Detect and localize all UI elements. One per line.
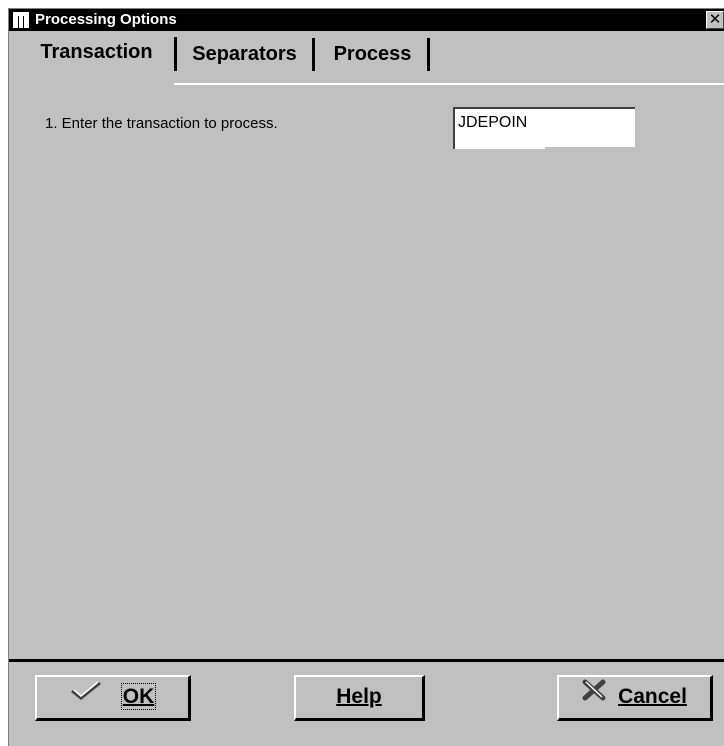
transaction-option-label: 1. Enter the transaction to process.	[45, 115, 278, 132]
tab-panel-transaction: 1. Enter the transaction to process. JDE…	[9, 85, 724, 659]
transaction-input[interactable]: JDEPOIN	[453, 107, 635, 149]
form-icon	[13, 12, 29, 28]
help-label: Help	[336, 685, 382, 708]
tab-process[interactable]: Process	[318, 38, 430, 71]
processing-options-window: Processing Options ✕ Transaction Separat…	[8, 8, 724, 746]
window-title: Processing Options	[35, 11, 177, 28]
tab-separators[interactable]: Separators	[177, 38, 315, 71]
close-button[interactable]: ✕	[706, 11, 724, 29]
ok-button[interactable]: OK	[35, 675, 191, 721]
x-icon	[582, 675, 606, 715]
cancel-button[interactable]: Cancel	[557, 675, 713, 721]
button-bar-divider	[9, 659, 724, 662]
help-button[interactable]: Help	[294, 675, 425, 721]
close-icon: ✕	[708, 11, 722, 28]
checkmark-icon	[70, 675, 103, 715]
ok-label: OK	[120, 683, 157, 710]
title-bar: Processing Options ✕	[9, 9, 724, 31]
tab-transaction[interactable]: Transaction	[19, 33, 174, 71]
cancel-label: Cancel	[618, 685, 687, 708]
